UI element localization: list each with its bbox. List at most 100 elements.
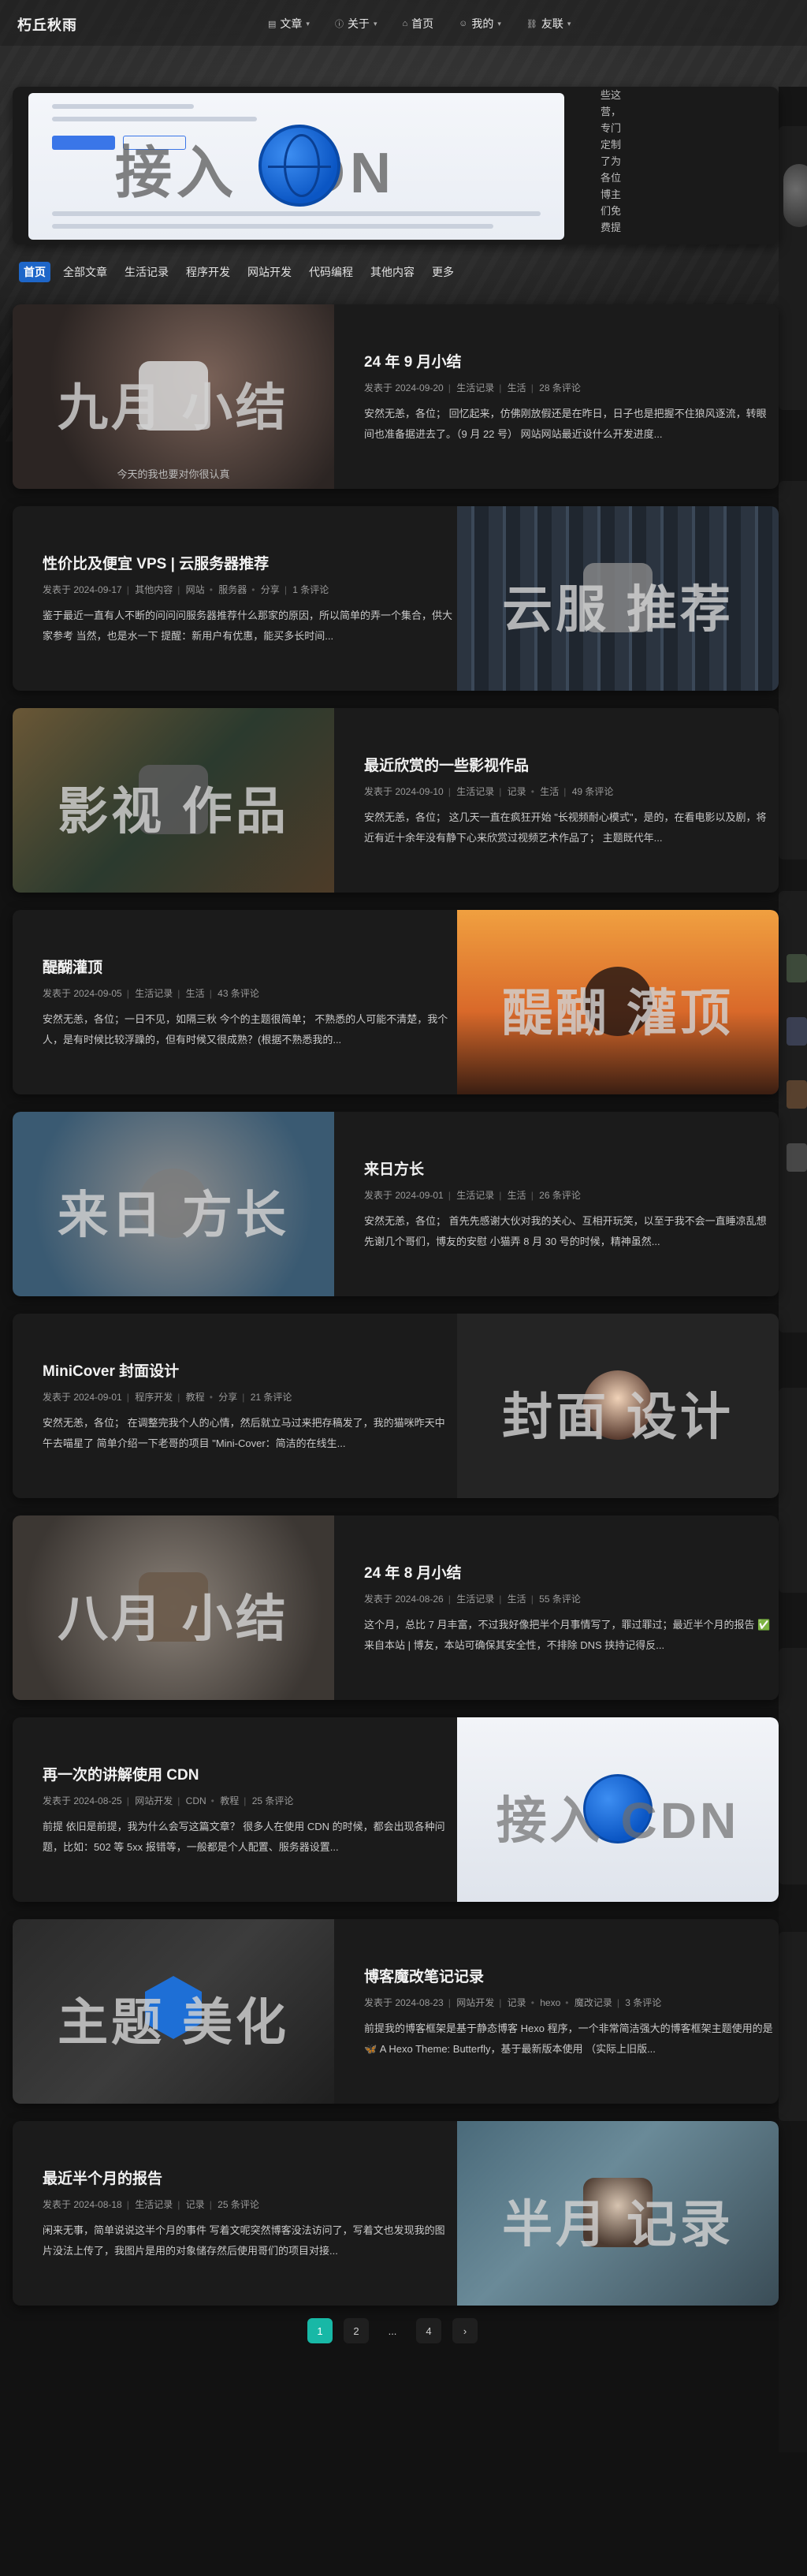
post-tag[interactable]: 生活: [186, 988, 205, 999]
post-tag[interactable]: 服务器: [218, 584, 247, 595]
post-comments[interactable]: 43 条评论: [218, 988, 259, 999]
post-cover[interactable]: 半月 记录: [457, 2121, 779, 2306]
page-ellipsis: ...: [388, 2324, 397, 2337]
post-comments[interactable]: 25 条评论: [218, 2199, 259, 2210]
post-cover[interactable]: 醍醐 灌顶: [457, 910, 779, 1094]
post-cover[interactable]: 来日 方长: [13, 1112, 334, 1296]
post-title[interactable]: 24 年 9 月小结: [364, 350, 774, 371]
post-card[interactable]: 影视 作品 最近欣赏的一些影视作品 发表于 2024-09-10 | 生活记录 | …: [13, 708, 779, 893]
post-title[interactable]: 再一次的讲解使用 CDN: [43, 1763, 452, 1784]
post-comments[interactable]: 21 条评论: [251, 1392, 292, 1403]
post-title[interactable]: 最近半个月的报告: [43, 2167, 452, 2188]
tab-other[interactable]: 其他内容: [366, 262, 419, 282]
recent-post-thumbnail[interactable]: [787, 1143, 807, 1172]
nav-item-articles[interactable]: ▤ 文章 ▾: [268, 16, 310, 32]
avatar[interactable]: [783, 164, 807, 227]
post-comments[interactable]: 49 条评论: [572, 786, 614, 797]
post-comments[interactable]: 3 条评论: [625, 1997, 661, 2008]
post-cover[interactable]: 接入 CDN: [457, 1717, 779, 1902]
page-4-button[interactable]: 4: [416, 2318, 441, 2343]
post-category[interactable]: 生活记录: [456, 786, 494, 797]
nav-item-mine[interactable]: ☺ 我的 ▾: [459, 16, 501, 32]
post-tag[interactable]: 分享: [218, 1392, 237, 1403]
post-cover[interactable]: 云服 推荐: [457, 506, 779, 691]
post-category[interactable]: 生活记录: [456, 382, 494, 393]
post-card[interactable]: 性价比及便宜 VPS | 云服务器推荐 发表于 2024-09-17 | 其他内容…: [13, 506, 779, 691]
post-tag[interactable]: 记录: [186, 2199, 205, 2210]
post-category[interactable]: 网站开发: [135, 1795, 173, 1806]
post-tag[interactable]: 生活: [508, 382, 526, 393]
post-comments[interactable]: 55 条评论: [539, 1594, 581, 1605]
recent-post-thumbnail[interactable]: [787, 1080, 807, 1109]
post-tag[interactable]: 分享: [261, 584, 280, 595]
nav-item-friends[interactable]: ⛓ 友联 ▾: [526, 16, 571, 32]
tab-all-posts[interactable]: 全部文章: [58, 262, 112, 282]
recent-post-thumbnail[interactable]: [787, 954, 807, 982]
tab-more[interactable]: 更多: [427, 262, 459, 282]
post-title[interactable]: 醍醐灌顶: [43, 956, 452, 977]
post-date: 发表于 2024-09-10: [364, 786, 444, 797]
page-2-button[interactable]: 2: [344, 2318, 369, 2343]
site-brand[interactable]: 朽丘秋雨: [17, 14, 77, 35]
user-icon: ☺: [459, 19, 468, 28]
page-1-button[interactable]: 1: [307, 2318, 333, 2343]
post-meta: 发表于 2024-08-25 | 网站开发 | CDN • 教程 | 25 条评论: [43, 1795, 294, 1806]
cover-title: 九月 小结: [58, 379, 289, 436]
post-tag[interactable]: CDN: [186, 1795, 206, 1806]
post-cover[interactable]: 影视 作品: [13, 708, 334, 893]
post-title[interactable]: 博客魔改笔记记录: [364, 1965, 774, 1986]
next-page-button[interactable]: ›: [452, 2318, 478, 2343]
tab-web-dev[interactable]: 网站开发: [243, 262, 296, 282]
post-card[interactable]: 九月 小结 今天的我也要对你很认真 24 年 9 月小结 发表于 2024-09…: [13, 304, 779, 489]
post-category[interactable]: 生活记录: [456, 1190, 494, 1201]
post-category[interactable]: 网站开发: [456, 1997, 494, 2008]
post-tag[interactable]: 生活: [540, 786, 559, 797]
post-category[interactable]: 其他内容: [135, 584, 173, 595]
post-meta: 发表于 2024-09-01 | 生活记录 | 生活 | 26 条评论: [364, 1190, 581, 1201]
post-tag[interactable]: 记录: [508, 1997, 526, 2008]
post-comments[interactable]: 26 条评论: [539, 1190, 581, 1201]
post-tag[interactable]: hexo: [540, 1997, 560, 2008]
post-title[interactable]: MiniCover 封面设计: [43, 1359, 452, 1381]
post-card[interactable]: MiniCover 封面设计 发表于 2024-09-01 | 程序开发 | 教程 •…: [13, 1314, 779, 1498]
post-tag[interactable]: 网站: [186, 584, 205, 595]
post-tag[interactable]: 生活: [508, 1594, 526, 1605]
home-icon: ⌂: [402, 19, 408, 28]
post-title[interactable]: 最近欣赏的一些影视作品: [364, 754, 774, 775]
featured-banner[interactable]: 接入 CDN 些这营，专门定制了为各位博主们免费提: [13, 87, 779, 244]
post-tag[interactable]: 教程: [220, 1795, 239, 1806]
nav-item-home[interactable]: ⌂ 首页: [402, 16, 433, 32]
post-tag[interactable]: 生活: [508, 1190, 526, 1201]
post-category[interactable]: 生活记录: [456, 1594, 494, 1605]
recent-post-thumbnail[interactable]: [787, 1017, 807, 1046]
post-card[interactable]: 醍醐灌顶 发表于 2024-09-05 | 生活记录 | 生活 | 43 条评论 安然…: [13, 910, 779, 1094]
post-card[interactable]: 来日 方长 来日方长 发表于 2024-09-01 | 生活记录 | 生活 | 26 …: [13, 1112, 779, 1296]
post-tag[interactable]: 魔改记录: [575, 1997, 612, 2008]
post-comments[interactable]: 28 条评论: [539, 382, 581, 393]
post-card[interactable]: 八月 小结 24 年 8 月小结 发表于 2024-08-26 | 生活记录 | 生…: [13, 1515, 779, 1700]
post-cover[interactable]: 封面 设计: [457, 1314, 779, 1498]
post-cover[interactable]: 主题 美化: [13, 1919, 334, 2104]
post-card[interactable]: 主题 美化 博客魔改笔记记录 发表于 2024-08-23 | 网站开发 | 记录 •…: [13, 1919, 779, 2104]
post-category[interactable]: 生活记录: [135, 2199, 173, 2210]
post-category[interactable]: 程序开发: [135, 1392, 173, 1403]
cover-title: 影视 作品: [58, 783, 289, 840]
post-date: 发表于 2024-09-01: [43, 1392, 122, 1403]
post-tag[interactable]: 记录: [508, 786, 526, 797]
post-title[interactable]: 性价比及便宜 VPS | 云服务器推荐: [43, 552, 452, 573]
post-category[interactable]: 生活记录: [135, 988, 173, 999]
post-comments[interactable]: 25 条评论: [252, 1795, 294, 1806]
post-title[interactable]: 24 年 8 月小结: [364, 1561, 774, 1583]
post-card[interactable]: 最近半个月的报告 发表于 2024-08-18 | 生活记录 | 记录 | 25 条评…: [13, 2121, 779, 2306]
post-cover[interactable]: 九月 小结 今天的我也要对你很认真: [13, 304, 334, 489]
post-title[interactable]: 来日方长: [364, 1158, 774, 1179]
tab-life[interactable]: 生活记录: [120, 262, 173, 282]
tab-coding[interactable]: 代码编程: [304, 262, 358, 282]
post-tag[interactable]: 教程: [186, 1392, 205, 1403]
post-cover[interactable]: 八月 小结: [13, 1515, 334, 1700]
post-card[interactable]: 再一次的讲解使用 CDN 发表于 2024-08-25 | 网站开发 | CDN • …: [13, 1717, 779, 1902]
tab-home[interactable]: 首页: [19, 262, 50, 282]
post-comments[interactable]: 1 条评论: [292, 584, 329, 595]
nav-item-about[interactable]: ⓘ 关于 ▾: [335, 16, 377, 32]
tab-programming[interactable]: 程序开发: [181, 262, 235, 282]
